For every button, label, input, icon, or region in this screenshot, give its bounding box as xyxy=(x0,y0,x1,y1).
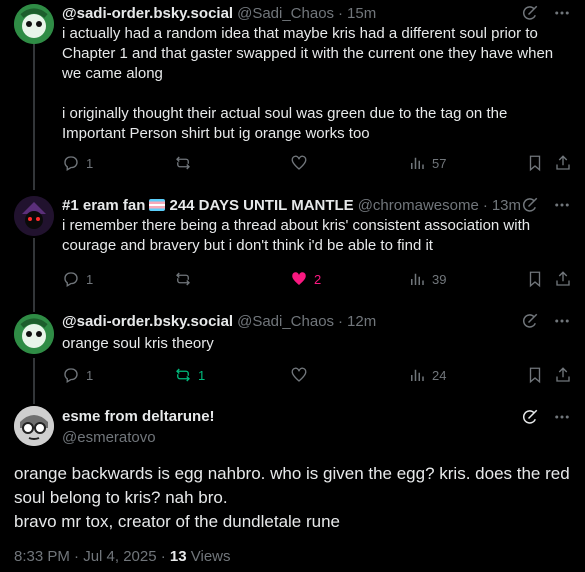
views-icon xyxy=(411,157,424,169)
like-count: 2 xyxy=(314,271,322,287)
share-icon xyxy=(556,155,570,170)
more-icon[interactable] xyxy=(553,4,571,22)
display-name-prefix[interactable]: #1 eram fan xyxy=(62,197,145,214)
share-button[interactable] xyxy=(554,366,572,384)
separator-dot: · xyxy=(338,312,344,330)
like-button[interactable] xyxy=(290,154,314,172)
reply-button[interactable]: 1 xyxy=(62,154,93,172)
reply-button[interactable]: 1 xyxy=(62,366,93,384)
avatar[interactable] xyxy=(14,196,54,236)
views-button[interactable]: 39 xyxy=(408,270,446,288)
repost-icon xyxy=(176,368,190,382)
views-button[interactable]: 24 xyxy=(408,366,446,384)
repost-button[interactable] xyxy=(174,270,198,288)
repost-icon xyxy=(176,156,190,170)
reply-count: 1 xyxy=(86,271,94,287)
post-timestamp[interactable]: 8:33 PM · Jul 4, 2025 · xyxy=(14,548,170,565)
main-tweet: esme from deltarune! @esmeratovo orange … xyxy=(0,404,585,572)
bookmark-icon xyxy=(529,367,541,384)
trans-flag-icon xyxy=(149,199,166,211)
view-count: 57 xyxy=(432,155,447,171)
avatar[interactable] xyxy=(14,314,54,354)
more-icon[interactable] xyxy=(553,196,571,214)
grok-icon[interactable] xyxy=(521,312,539,330)
avatar[interactable] xyxy=(14,406,54,446)
timestamp[interactable]: 15m xyxy=(347,5,376,22)
user-handle[interactable]: @chromawesome xyxy=(358,197,479,214)
heart-icon xyxy=(291,367,307,382)
separator-dot: · xyxy=(338,4,344,22)
display-name-suffix[interactable]: 244 DAYS UNTIL MANTLE xyxy=(169,197,353,214)
heart-icon xyxy=(291,155,307,170)
reply-icon xyxy=(64,156,78,171)
like-button[interactable] xyxy=(290,366,314,384)
display-name[interactable]: @sadi-order.bsky.social xyxy=(62,5,233,22)
more-icon[interactable] xyxy=(553,312,571,330)
action-bar: 1 57 xyxy=(62,154,572,174)
heart-filled-icon xyxy=(292,272,306,285)
bookmark-button[interactable] xyxy=(526,366,544,384)
bookmark-icon xyxy=(529,271,541,288)
share-button[interactable] xyxy=(554,270,572,288)
views-icon xyxy=(411,273,424,285)
avatar[interactable] xyxy=(14,4,54,44)
tweet-text: i remember there being a thread about kr… xyxy=(62,217,535,254)
action-bar: 1 1 24 xyxy=(62,366,572,386)
reply-icon xyxy=(64,368,78,383)
reply-icon xyxy=(64,272,78,287)
tweet-metadata: 8:33 PM · Jul 4, 2025 · 13 Views xyxy=(14,548,231,565)
tweet-text: orange soul kris theory xyxy=(62,335,214,352)
share-icon xyxy=(556,367,570,382)
view-count: 39 xyxy=(432,271,447,287)
repost-button[interactable] xyxy=(174,154,198,172)
reply-tweet[interactable]: #1 eram fan 244 DAYS UNTIL MANTLE @chrom… xyxy=(0,192,585,302)
action-bar: 1 2 39 xyxy=(62,270,572,290)
bookmark-button[interactable] xyxy=(526,270,544,288)
repost-count: 1 xyxy=(198,367,206,383)
views-icon xyxy=(411,369,424,381)
display-name[interactable]: esme from deltarune! xyxy=(62,408,215,425)
grok-icon[interactable] xyxy=(521,196,539,214)
grok-icon[interactable] xyxy=(521,4,539,22)
display-name[interactable]: @sadi-order.bsky.social xyxy=(62,313,233,330)
timestamp[interactable]: 13m xyxy=(492,197,521,214)
like-button[interactable]: 2 xyxy=(290,270,321,288)
reply-count: 1 xyxy=(86,367,94,383)
bookmark-button[interactable] xyxy=(526,154,544,172)
repost-button[interactable]: 1 xyxy=(174,366,205,384)
tweet-text: i actually had a random idea that maybe … xyxy=(62,25,554,142)
user-handle[interactable]: @esmeratovo xyxy=(62,429,215,446)
timestamp[interactable]: 12m xyxy=(347,313,376,330)
views-label: Views xyxy=(186,548,231,565)
view-count: 24 xyxy=(432,367,447,383)
reply-count: 1 xyxy=(86,155,94,171)
bookmark-icon xyxy=(529,155,541,172)
share-icon xyxy=(556,271,570,286)
reply-button[interactable]: 1 xyxy=(62,270,93,288)
more-icon[interactable] xyxy=(553,408,571,426)
user-handle[interactable]: @Sadi_Chaos xyxy=(237,313,334,330)
tweet-text: orange backwards is egg nahbro. who is g… xyxy=(14,464,570,531)
separator-dot: · xyxy=(482,196,488,214)
reply-tweet[interactable]: @sadi-order.bsky.social @Sadi_Chaos · 12… xyxy=(0,312,585,396)
reply-tweet[interactable]: @sadi-order.bsky.social @Sadi_Chaos · 15… xyxy=(0,0,585,190)
grok-icon[interactable] xyxy=(521,408,539,426)
user-handle[interactable]: @Sadi_Chaos xyxy=(237,5,334,22)
share-button[interactable] xyxy=(554,154,572,172)
views-button[interactable]: 57 xyxy=(408,154,446,172)
views-count: 13 xyxy=(169,548,187,565)
repost-icon xyxy=(176,272,190,286)
